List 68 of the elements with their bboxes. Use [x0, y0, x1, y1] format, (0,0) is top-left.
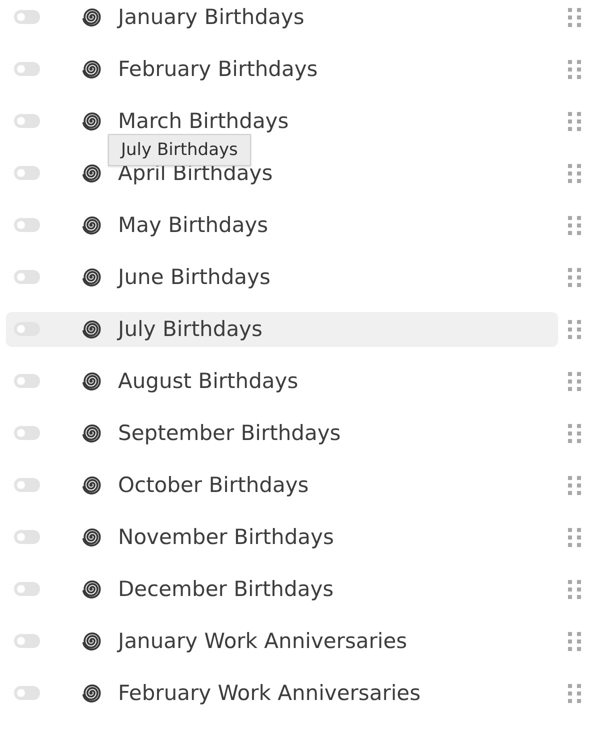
item-label: January Birthdays: [118, 5, 304, 29]
spiral-icon: [81, 371, 101, 391]
toggle-switch[interactable]: [14, 478, 40, 492]
toggle-switch[interactable]: [14, 166, 40, 180]
drag-handle-icon[interactable]: [568, 320, 581, 338]
toggle-switch[interactable]: [14, 634, 40, 648]
item-label: June Birthdays: [118, 265, 270, 289]
drag-handle-icon[interactable]: [568, 372, 581, 390]
list-item[interactable]: June Birthdays: [6, 260, 558, 294]
list-item[interactable]: August Birthdays: [6, 364, 558, 398]
drag-handle-icon[interactable]: [568, 424, 581, 442]
item-label: December Birthdays: [118, 577, 334, 601]
item-label: February Work Anniversaries: [118, 681, 421, 705]
item-label: May Birthdays: [118, 213, 268, 237]
spiral-icon: [81, 683, 101, 703]
toggle-switch[interactable]: [14, 426, 40, 440]
toggle-switch[interactable]: [14, 582, 40, 596]
item-label: August Birthdays: [118, 369, 298, 393]
drag-handle-icon[interactable]: [568, 268, 581, 286]
toggle-switch[interactable]: [14, 530, 40, 544]
spiral-icon: [81, 631, 101, 651]
item-label: September Birthdays: [118, 421, 341, 445]
list-item[interactable]: May Birthdays: [6, 208, 558, 242]
spiral-icon: [81, 319, 101, 339]
spiral-icon: [81, 579, 101, 599]
toggle-switch[interactable]: [14, 374, 40, 388]
spiral-icon: [81, 111, 101, 131]
list-item[interactable]: January Work Anniversaries: [6, 624, 558, 658]
list-item[interactable]: February Work Anniversaries: [6, 676, 558, 710]
toggle-switch[interactable]: [14, 62, 40, 76]
spiral-icon: [81, 59, 101, 79]
item-label: February Birthdays: [118, 57, 318, 81]
list-item[interactable]: January Birthdays: [6, 0, 558, 34]
toggle-switch[interactable]: [14, 218, 40, 232]
list-item[interactable]: December Birthdays: [6, 572, 558, 606]
toggle-switch[interactable]: [14, 270, 40, 284]
drag-handle-icon[interactable]: [568, 164, 581, 182]
drag-handle-icon[interactable]: [568, 476, 581, 494]
toggle-switch[interactable]: [14, 114, 40, 128]
spiral-icon: [81, 267, 101, 287]
drag-handle-icon[interactable]: [568, 60, 581, 78]
drag-handle-icon[interactable]: [568, 528, 581, 546]
drag-handle-icon[interactable]: [568, 8, 581, 26]
spiral-icon: [81, 475, 101, 495]
drag-handle-icon[interactable]: [568, 216, 581, 234]
spiral-icon: [81, 7, 101, 27]
tooltip: July Birthdays: [108, 134, 251, 166]
item-label: January Work Anniversaries: [118, 629, 408, 653]
list-item[interactable]: February Birthdays: [6, 52, 558, 86]
list-item[interactable]: November Birthdays: [6, 520, 558, 554]
drag-handle-icon[interactable]: [568, 580, 581, 598]
spiral-icon: [81, 163, 101, 183]
item-label: March Birthdays: [118, 109, 289, 133]
item-label: November Birthdays: [118, 525, 334, 549]
toggle-switch[interactable]: [14, 322, 40, 336]
item-label: October Birthdays: [118, 473, 309, 497]
drag-handle-icon[interactable]: [568, 684, 581, 702]
toggle-switch[interactable]: [14, 686, 40, 700]
toggle-switch[interactable]: [14, 10, 40, 24]
list-item[interactable]: October Birthdays: [6, 468, 558, 502]
spiral-icon: [81, 423, 101, 443]
list-item[interactable]: July Birthdays: [6, 312, 558, 346]
list-item[interactable]: September Birthdays: [6, 416, 558, 450]
drag-handle-icon[interactable]: [568, 632, 581, 650]
drag-handle-icon[interactable]: [568, 112, 581, 130]
item-label: July Birthdays: [118, 317, 262, 341]
spiral-icon: [81, 527, 101, 547]
spiral-icon: [81, 215, 101, 235]
